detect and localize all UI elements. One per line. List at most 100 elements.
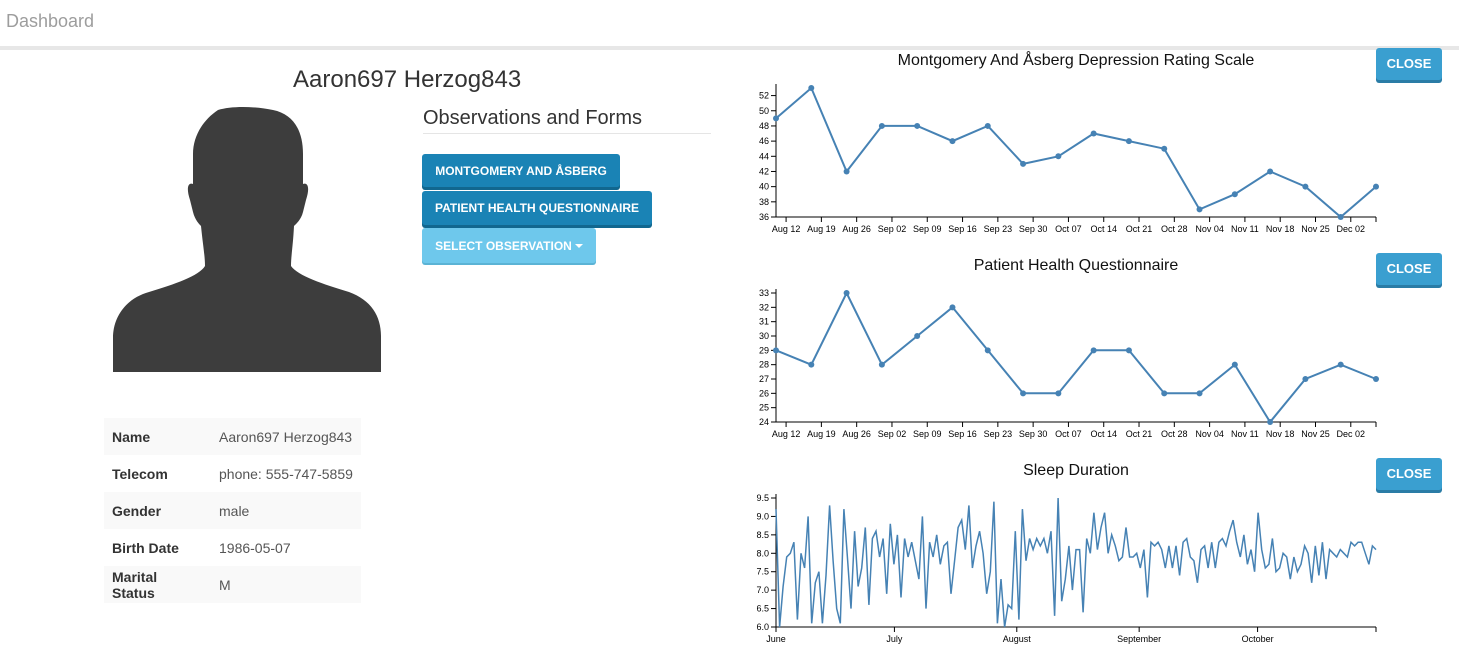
- x-tick-label: Nov 04: [1195, 429, 1224, 439]
- data-point: [1373, 183, 1379, 190]
- data-point: [1196, 206, 1203, 213]
- data-point: [878, 361, 885, 368]
- field-label: Telecom: [112, 465, 168, 482]
- data-point: [1161, 145, 1168, 152]
- x-tick-label: Aug 19: [807, 224, 836, 234]
- navbar-divider: [0, 46, 1459, 50]
- data-point: [1055, 153, 1062, 160]
- y-tick-label: 46: [759, 136, 769, 146]
- data-point: [1020, 160, 1027, 167]
- field-label: Marital Status: [104, 566, 211, 603]
- y-tick-label: 48: [759, 121, 769, 131]
- navbar-brand[interactable]: Dashboard: [6, 11, 94, 32]
- phq-line-chart: 24 25 26 27 28 29 30 31 32 33 Aug 12 Aug 19 Aug 26 Se…: [759, 288, 1379, 439]
- y-tick-label: 9.5: [756, 493, 769, 503]
- x-tick-label: Oct 21: [1126, 429, 1153, 439]
- x-tick-label: Aug 26: [842, 429, 871, 439]
- data-point: [843, 168, 850, 175]
- data-point: [949, 304, 956, 311]
- madrs-close-button[interactable]: CLOSE: [1376, 48, 1442, 80]
- y-tick-label: 7.0: [756, 585, 769, 595]
- x-tick-label: October: [1242, 634, 1274, 644]
- y-tick-label: 25: [759, 403, 769, 413]
- x-tick-label: Sep 23: [984, 429, 1013, 439]
- patient-health-questionnaire-button[interactable]: PATIENT HEALTH QUESTIONNAIRE: [422, 191, 652, 225]
- data-point: [1337, 214, 1344, 220]
- y-tick-label: 50: [759, 106, 769, 116]
- madrs-chart-title: Montgomery And Åsberg Depression Rating …: [897, 52, 1255, 69]
- patient-info-row: Telecom phone: 555-747-5859: [104, 455, 361, 492]
- phq-chart-title: Patient Health Questionnaire: [973, 257, 1179, 274]
- caret-down-icon: [574, 244, 583, 249]
- y-tick-label: 8.0: [756, 548, 769, 558]
- y-tick-label: 6.5: [756, 604, 769, 614]
- patient-info-row: Name Aaron697 Herzog843: [104, 418, 361, 455]
- data-point: [1337, 361, 1344, 368]
- data-point: [914, 122, 921, 129]
- x-tick-label: Sep 02: [878, 429, 907, 439]
- patient-info-row: Birth Date 1986-05-07: [104, 529, 361, 566]
- patient-info-row: Marital Status M: [104, 566, 361, 603]
- data-point: [843, 290, 850, 296]
- x-tick-label: Sep 09: [913, 224, 942, 234]
- y-tick-label: 33: [759, 288, 769, 298]
- data-point: [773, 347, 779, 354]
- patient-name-heading: Aaron697 Herzog843: [293, 66, 522, 93]
- data-point: [1231, 361, 1238, 368]
- x-tick-label: Oct 14: [1090, 224, 1117, 234]
- field-value: Aaron697 Herzog843: [211, 418, 361, 455]
- y-tick-label: 27: [759, 374, 769, 384]
- x-tick-label: Dec 02: [1337, 429, 1366, 439]
- y-tick-label: 32: [759, 302, 769, 312]
- y-tick-label: 29: [759, 345, 769, 355]
- observations-heading: Observations and Forms: [423, 107, 642, 129]
- data-point: [984, 347, 991, 354]
- field-value: phone: 555-747-5859: [219, 465, 353, 482]
- y-tick-label: 52: [759, 91, 769, 101]
- data-point: [984, 122, 991, 129]
- data-point: [1055, 390, 1062, 397]
- data-point: [949, 138, 956, 145]
- data-point: [1267, 168, 1274, 175]
- x-tick-label: Nov 04: [1195, 224, 1224, 234]
- y-tick-label: 40: [759, 182, 769, 192]
- field-value: male: [211, 492, 361, 529]
- x-tick-label: Oct 07: [1055, 224, 1082, 234]
- data-point: [1125, 347, 1132, 354]
- sleep-close-button[interactable]: CLOSE: [1376, 458, 1442, 490]
- select-observation-dropdown[interactable]: SELECT OBSERVATION: [422, 228, 596, 263]
- y-tick-label: 7.5: [756, 567, 769, 577]
- x-tick-label: Nov 18: [1266, 429, 1295, 439]
- data-point: [1090, 347, 1097, 354]
- madrs-line-chart: 36 38 40 42 44 46 48 50 52 Aug 12 Aug 19 Aug 26 Sep …: [759, 84, 1379, 234]
- montgomery-asberg-button[interactable]: MONTGOMERY AND ÅSBERG: [422, 154, 620, 187]
- x-tick-label: Sep 16: [948, 429, 977, 439]
- data-point: [1267, 419, 1274, 425]
- x-tick-label: Oct 28: [1161, 224, 1188, 234]
- phq-close-button[interactable]: CLOSE: [1376, 253, 1442, 285]
- field-value: 1986-05-07: [219, 539, 291, 556]
- x-tick-label: August: [1003, 634, 1032, 644]
- data-point: [1373, 376, 1379, 382]
- data-point: [1125, 138, 1132, 145]
- y-tick-label: 24: [759, 417, 769, 427]
- navbar: Dashboard: [0, 0, 1459, 46]
- data-point: [1161, 390, 1168, 397]
- data-point: [1090, 130, 1097, 137]
- y-tick-label: 8.5: [756, 530, 769, 540]
- y-tick-label: 31: [759, 317, 769, 327]
- sleep-line-chart: 6.0 6.5 7.0 7.5 8.0 8.5 9.0 9.5 June July August Se…: [756, 493, 1377, 644]
- y-tick-label: 28: [759, 360, 769, 370]
- x-tick-label: Sep 02: [878, 224, 907, 234]
- data-point: [914, 333, 921, 339]
- series-line: [775, 290, 1377, 424]
- x-tick-label: Nov 18: [1266, 224, 1295, 234]
- data-point: [1302, 183, 1309, 190]
- series-line: [775, 86, 1377, 219]
- x-tick-label: Nov 11: [1231, 429, 1259, 439]
- x-tick-label: Nov 25: [1301, 224, 1330, 234]
- x-tick-label: September: [1117, 634, 1161, 644]
- data-point: [808, 85, 815, 91]
- data-point: [1196, 390, 1203, 397]
- select-observation-label: SELECT OBSERVATION: [435, 238, 572, 253]
